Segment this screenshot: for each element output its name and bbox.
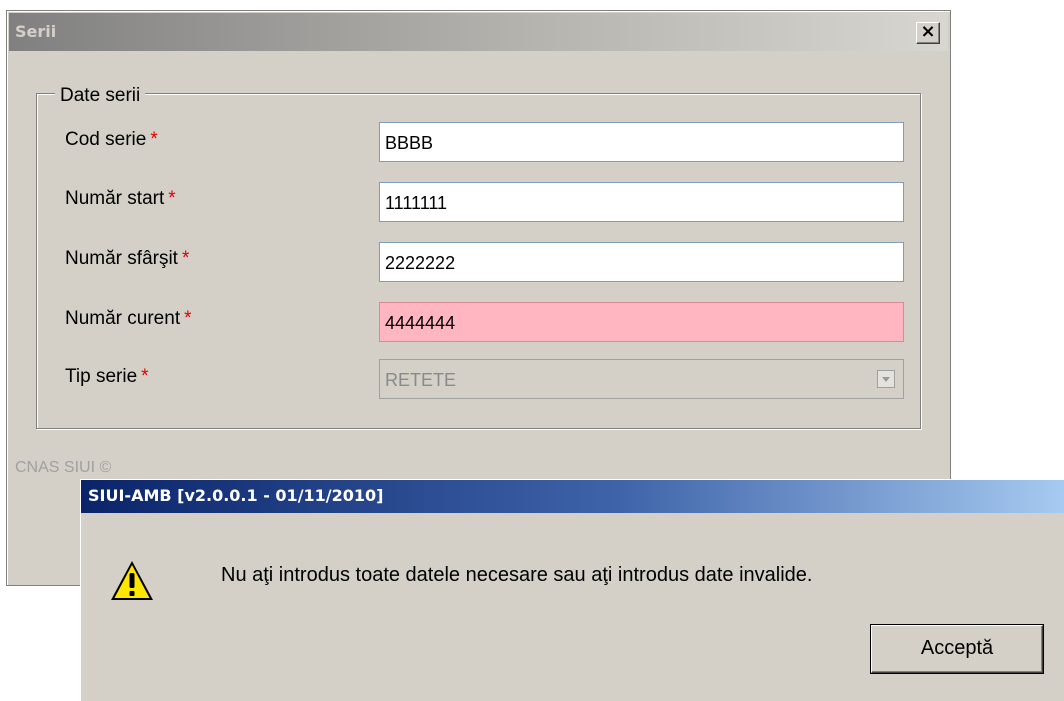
required-mark: * [168, 188, 176, 209]
chevron-down-icon[interactable] [877, 370, 895, 388]
message-dialog: SIUI-AMB [v2.0.0.1 - 01/11/2010] Nu aţi … [80, 479, 1064, 701]
dialog-message: Nu aţi introdus toate datele necesare sa… [221, 564, 813, 586]
numar-start-label: Număr start * [65, 188, 176, 209]
cod-serie-label: Cod serie * [65, 129, 158, 150]
group-title: Date serii [55, 85, 146, 107]
window-title: Serii [15, 22, 57, 41]
serii-titlebar[interactable]: Serii × [9, 13, 948, 51]
numar-curent-input[interactable]: 4444444 [379, 302, 904, 342]
numar-sfarsit-input[interactable]: 2222222 [379, 242, 904, 282]
dialog-titlebar[interactable]: SIUI-AMB [v2.0.0.1 - 01/11/2010] [81, 480, 1064, 513]
numar-sfarsit-label: Număr sfârşit * [65, 248, 190, 269]
accept-button[interactable]: Acceptă [871, 625, 1043, 673]
required-mark: * [184, 308, 192, 329]
warning-icon [111, 561, 153, 600]
tip-serie-select[interactable]: RETETE [379, 359, 904, 399]
dialog-title: SIUI-AMB [v2.0.0.1 - 01/11/2010] [88, 486, 384, 505]
required-mark: * [181, 248, 190, 269]
close-icon: × [920, 21, 936, 42]
footer-copyright: CNAS SIUI © [15, 459, 112, 476]
numar-curent-label: Număr curent * [65, 308, 192, 329]
cod-serie-input[interactable]: BBBB [379, 122, 904, 162]
required-mark: * [141, 366, 149, 387]
tip-serie-value: RETETE [385, 370, 457, 390]
screen: Serii × Date serii Cod serie * BBBB Număr… [0, 0, 1064, 701]
tip-serie-label: Tip serie * [65, 366, 149, 387]
numar-start-input[interactable]: 1111111 [379, 182, 904, 222]
required-mark: * [150, 129, 158, 150]
close-button[interactable]: × [916, 22, 940, 44]
